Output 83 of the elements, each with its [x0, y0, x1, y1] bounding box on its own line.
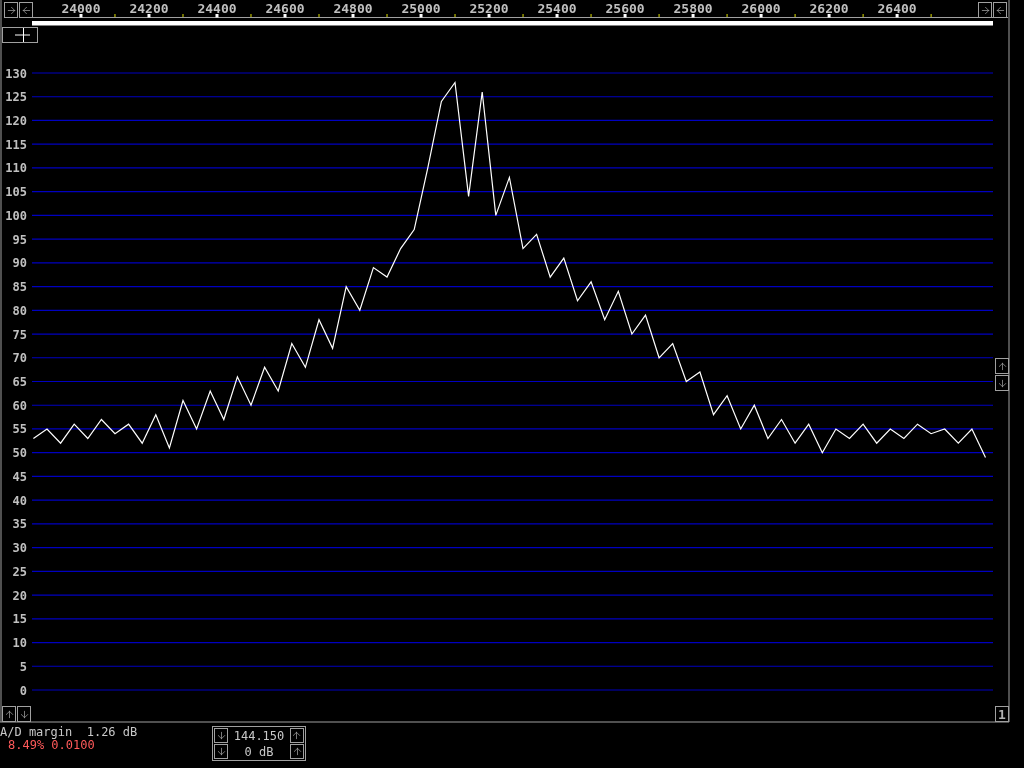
frequency-value: 144.150 [233, 728, 285, 743]
level-down-button[interactable] [17, 706, 31, 722]
arrow-right-icon [5, 4, 17, 16]
frequency-label: 24400 [197, 1, 237, 16]
frequency-label: 25400 [537, 1, 577, 16]
frequency-label: 24600 [265, 1, 305, 16]
frequency-label: 25200 [469, 1, 509, 16]
level-label: 100 [5, 208, 27, 223]
level-label: 80 [12, 303, 27, 318]
level-label: 40 [12, 493, 27, 508]
frequency-label: 25600 [605, 1, 645, 16]
tick-mark [691, 14, 695, 18]
arrow-down-icon [996, 377, 1008, 389]
frequency-label: 24200 [129, 1, 169, 16]
overload-text: 8.49% 0.0100 [7, 739, 96, 752]
level-label: 15 [12, 612, 27, 627]
scroll-bar[interactable] [32, 21, 993, 26]
frequency-up-button[interactable] [290, 728, 304, 743]
tick-mark [79, 14, 83, 18]
tick-mark [759, 14, 763, 18]
level-label: 60 [12, 398, 27, 413]
arrow-up-icon [291, 730, 303, 741]
level-label: 65 [12, 375, 27, 389]
frequency-label: 26400 [877, 1, 917, 16]
arrow-down-icon [215, 730, 227, 741]
level-label: 45 [12, 469, 27, 484]
level-label: 105 [5, 185, 27, 200]
frequency-down-button[interactable] [214, 728, 228, 743]
level-label: 120 [5, 113, 27, 128]
frequency-label: 24800 [333, 1, 373, 16]
arrow-left-icon [994, 4, 1006, 16]
frequency-label: 26000 [741, 1, 781, 16]
level-label: 130 [5, 66, 27, 81]
level-label: 75 [12, 327, 27, 342]
level-label: 85 [12, 280, 27, 295]
arrow-down-icon [18, 708, 30, 720]
level-label: 55 [12, 422, 27, 437]
level-label: 110 [5, 161, 27, 176]
level-label: 25 [12, 564, 27, 579]
frequency-label: 25800 [673, 1, 713, 16]
tick-mark [283, 14, 287, 18]
scroll-left-button[interactable] [993, 2, 1007, 18]
tick-mark [827, 14, 831, 18]
frequency-label: 26200 [809, 1, 849, 16]
gain-value: 0 dB [244, 744, 274, 759]
frequency-label: 25000 [401, 1, 441, 16]
tick-mark [487, 14, 491, 18]
level-label: 35 [12, 517, 27, 532]
level-label: 50 [12, 446, 27, 461]
tick-mark [419, 14, 423, 18]
level-label: 10 [12, 636, 27, 651]
level-label: 0 [19, 683, 27, 698]
arrow-up-icon [996, 360, 1008, 372]
channel-button[interactable]: 1 [995, 706, 1009, 722]
arrow-left-icon [20, 4, 32, 16]
level-label: 115 [5, 137, 27, 152]
gain-up-button[interactable] [290, 744, 304, 759]
tick-mark [555, 14, 559, 18]
scroll-right-button[interactable] [978, 2, 992, 18]
level-up-button[interactable] [2, 706, 16, 722]
tick-mark [147, 14, 151, 18]
arrow-right-icon [979, 4, 991, 16]
level-label: 20 [12, 588, 27, 603]
frequency-label: 24000 [61, 1, 101, 16]
arrow-down-icon [215, 746, 227, 757]
level-label: 5 [19, 659, 27, 674]
tick-mark [215, 14, 219, 18]
arrow-up-icon [3, 708, 15, 720]
scale-down-button[interactable] [995, 375, 1009, 391]
tick-mark [351, 14, 355, 18]
arrow-up-icon [291, 746, 303, 757]
level-label: 125 [5, 90, 27, 105]
level-label: 90 [12, 256, 27, 271]
scroll-left-button[interactable] [19, 2, 33, 18]
scroll-right-button[interactable] [4, 2, 18, 18]
level-label: 70 [12, 351, 27, 366]
tick-mark [623, 14, 627, 18]
gain-down-button[interactable] [214, 744, 228, 759]
level-label: 95 [12, 232, 27, 247]
scale-up-button[interactable] [995, 358, 1009, 374]
ad-margin-text: A/D margin 1.26 dB [0, 726, 139, 739]
level-label: 30 [12, 541, 27, 556]
tick-mark [895, 14, 899, 18]
